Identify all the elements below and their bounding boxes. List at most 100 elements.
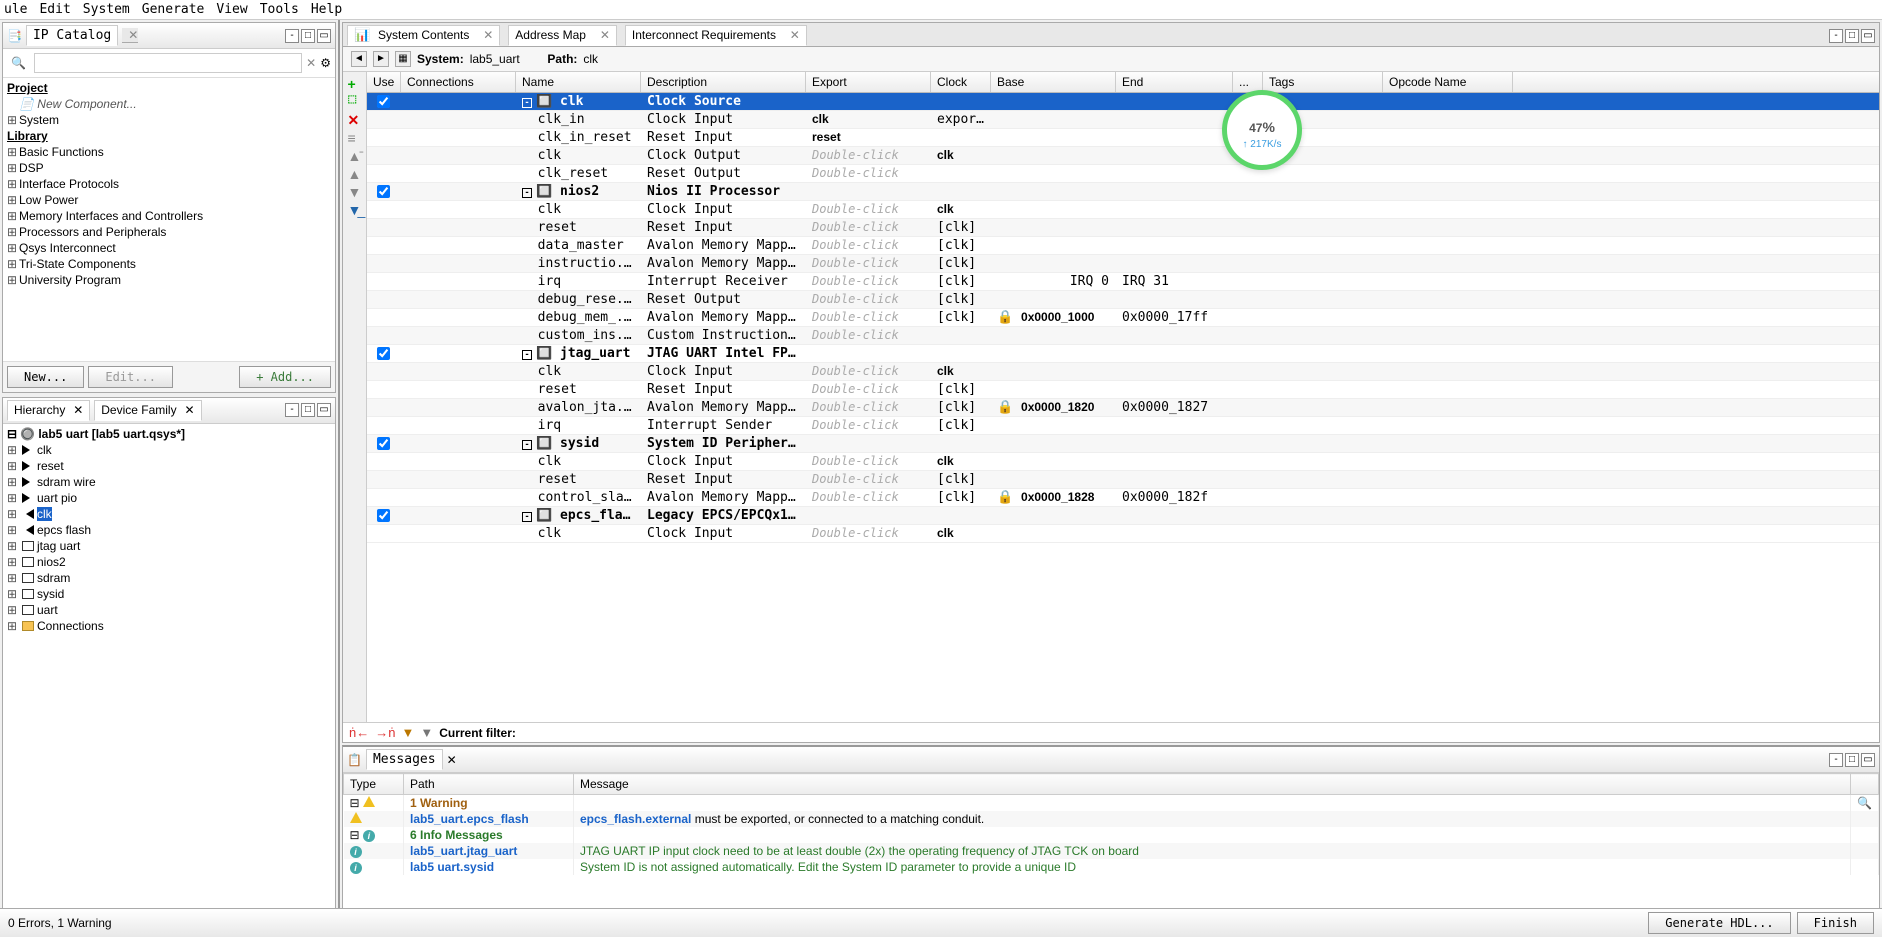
library-item[interactable]: ⊞Low Power bbox=[5, 192, 333, 208]
new-button[interactable]: New... bbox=[7, 366, 84, 388]
new-component-item[interactable]: 📄 New Component... bbox=[5, 96, 333, 112]
restore-icon[interactable]: ▭ bbox=[1861, 753, 1875, 767]
maximize-icon[interactable]: □ bbox=[1845, 753, 1859, 767]
restore-icon[interactable]: ▭ bbox=[1861, 29, 1875, 43]
hierarchy-item[interactable]: ⊞jtag uart bbox=[5, 538, 333, 554]
move-top-icon[interactable]: ▲̄ bbox=[348, 148, 362, 162]
table-row[interactable]: clk_resetReset OutputDouble-click bbox=[367, 165, 1879, 183]
system-item[interactable]: ⊞System bbox=[5, 112, 333, 128]
add-button[interactable]: + Add... bbox=[239, 366, 331, 388]
message-row[interactable]: ilab5_uart.jtag_uartJTAG UART IP input c… bbox=[344, 843, 1879, 859]
library-item[interactable]: ⊞Tri-State Components bbox=[5, 256, 333, 272]
hierarchy-item[interactable]: ⊞nios2 bbox=[5, 554, 333, 570]
close-icon[interactable]: ✕ bbox=[128, 28, 138, 42]
settings-icon[interactable]: ⚙ bbox=[320, 56, 331, 70]
table-row[interactable]: irqInterrupt SenderDouble-click[clk] bbox=[367, 417, 1879, 435]
table-row[interactable]: avalon_jta...Avalon Memory Mapp...Double… bbox=[367, 399, 1879, 417]
message-row[interactable]: ⊟ i6 Info Messages bbox=[344, 827, 1879, 843]
library-item[interactable]: ⊞Interface Protocols bbox=[5, 176, 333, 192]
table-row[interactable]: -🔲 clkClock Source bbox=[367, 93, 1879, 111]
hierarchy-item[interactable]: ⊞sysid bbox=[5, 586, 333, 602]
table-row[interactable]: clk_in_resetReset Inputreset bbox=[367, 129, 1879, 147]
hierarchy-item[interactable]: ⊞clk bbox=[5, 506, 333, 522]
library-item[interactable]: ⊞Memory Interfaces and Controllers bbox=[5, 208, 333, 224]
use-checkbox[interactable] bbox=[377, 185, 390, 198]
minimize-icon[interactable]: - bbox=[285, 403, 299, 417]
close-icon[interactable]: ✕ bbox=[483, 28, 493, 42]
tab-hierarchy[interactable]: Hierarchy ✕ bbox=[7, 400, 90, 421]
table-row[interactable]: resetReset InputDouble-click[clk] bbox=[367, 381, 1879, 399]
use-checkbox[interactable] bbox=[377, 437, 390, 450]
close-icon[interactable]: ✕ bbox=[447, 753, 457, 767]
minimize-icon[interactable]: - bbox=[1829, 29, 1843, 43]
maximize-icon[interactable]: □ bbox=[301, 29, 315, 43]
move-down-icon[interactable]: ▼ bbox=[348, 184, 362, 198]
close-icon[interactable]: ✕ bbox=[184, 403, 194, 417]
menu-item[interactable]: View bbox=[216, 2, 247, 17]
filter-funnel-icon[interactable]: ▼ bbox=[401, 725, 414, 740]
add-icon[interactable]: + bbox=[348, 76, 362, 90]
generate-hdl-button[interactable]: Generate HDL... bbox=[1648, 912, 1790, 934]
menu-item[interactable]: System bbox=[83, 2, 130, 17]
table-row[interactable]: -🔲 epcs_flashLegacy EPCS/EPCQx1... bbox=[367, 507, 1879, 525]
library-item[interactable]: ⊞University Program bbox=[5, 272, 333, 288]
table-row[interactable]: clkClock InputDouble-clickclk bbox=[367, 453, 1879, 471]
library-item[interactable]: ⊞Processors and Peripherals bbox=[5, 224, 333, 240]
delete-icon[interactable]: ✕ bbox=[348, 112, 362, 126]
clear-search-icon[interactable]: ✕ bbox=[306, 56, 316, 70]
table-row[interactable]: clkClock OutputDouble-clickclk bbox=[367, 147, 1879, 165]
table-row[interactable]: clkClock InputDouble-clickclk bbox=[367, 363, 1879, 381]
maximize-icon[interactable]: □ bbox=[1845, 29, 1859, 43]
table-row[interactable]: debug_mem_...Avalon Memory Mapp...Double… bbox=[367, 309, 1879, 327]
move-bottom-icon[interactable]: ▼̲ bbox=[348, 202, 362, 216]
hierarchy-item[interactable]: ⊞uart pio bbox=[5, 490, 333, 506]
search-input[interactable] bbox=[34, 53, 302, 73]
table-row[interactable]: control_slaveAvalon Memory Mapp...Double… bbox=[367, 489, 1879, 507]
use-checkbox[interactable] bbox=[377, 347, 390, 360]
close-icon[interactable]: ✕ bbox=[600, 28, 610, 42]
table-row[interactable]: resetReset InputDouble-click[clk] bbox=[367, 471, 1879, 489]
hierarchy-item[interactable]: ⊞sdram wire bbox=[5, 474, 333, 490]
menu-item[interactable]: Help bbox=[311, 2, 342, 17]
table-row[interactable]: debug_rese...Reset OutputDouble-click[cl… bbox=[367, 291, 1879, 309]
hierarchy-item[interactable]: ⊞Connections bbox=[5, 618, 333, 634]
close-icon[interactable]: ✕ bbox=[73, 403, 83, 417]
tab-device-family[interactable]: Device Family ✕ bbox=[94, 400, 201, 421]
minimize-icon[interactable]: - bbox=[1829, 753, 1843, 767]
menu-item[interactable]: Edit bbox=[39, 2, 70, 17]
maximize-icon[interactable]: □ bbox=[301, 403, 315, 417]
minimize-icon[interactable]: - bbox=[285, 29, 299, 43]
filter-icon[interactable]: ṅ← bbox=[349, 725, 369, 740]
menu-item[interactable]: Generate bbox=[142, 2, 205, 17]
filter-icon[interactable]: →ṅ bbox=[375, 725, 395, 740]
tab-interconnect[interactable]: Interconnect Requirements ✕ bbox=[625, 25, 807, 46]
table-row[interactable]: clkClock InputDouble-clickclk bbox=[367, 525, 1879, 543]
nav-fwd-icon[interactable]: ► bbox=[373, 51, 389, 67]
nav-up-icon[interactable]: ▦ bbox=[395, 51, 411, 67]
library-item[interactable]: ⊞Qsys Interconnect bbox=[5, 240, 333, 256]
library-item[interactable]: ⊞DSP bbox=[5, 160, 333, 176]
hierarchy-item[interactable]: ⊞epcs flash bbox=[5, 522, 333, 538]
help-icon[interactable]: 🔍 bbox=[1857, 796, 1872, 810]
hierarchy-item[interactable]: ⊞reset bbox=[5, 458, 333, 474]
add-multi-icon[interactable]: ⬚ bbox=[348, 94, 362, 108]
table-row[interactable]: custom_ins...Custom Instruction...Double… bbox=[367, 327, 1879, 345]
table-row[interactable]: irqInterrupt ReceiverDouble-click[clk]IR… bbox=[367, 273, 1879, 291]
hierarchy-item[interactable]: ⊞clk bbox=[5, 442, 333, 458]
hierarchy-item[interactable]: ⊞uart bbox=[5, 602, 333, 618]
library-item[interactable]: ⊞Basic Functions bbox=[5, 144, 333, 160]
table-row[interactable]: -🔲 nios2Nios II Processor bbox=[367, 183, 1879, 201]
finish-button[interactable]: Finish bbox=[1797, 912, 1874, 934]
collapse-icon[interactable]: ≡ bbox=[348, 130, 362, 144]
use-checkbox[interactable] bbox=[377, 95, 390, 108]
nav-back-icon[interactable]: ◄ bbox=[351, 51, 367, 67]
tab-system-contents[interactable]: 📊 System Contents ✕ bbox=[347, 25, 500, 46]
table-row[interactable]: clkClock InputDouble-clickclk bbox=[367, 201, 1879, 219]
table-row[interactable]: -🔲 jtag_uartJTAG UART Intel FP... bbox=[367, 345, 1879, 363]
close-icon[interactable]: ✕ bbox=[790, 28, 800, 42]
restore-icon[interactable]: ▭ bbox=[317, 29, 331, 43]
message-row[interactable]: ⊟ 1 Warning🔍 bbox=[344, 795, 1879, 812]
edit-button[interactable]: Edit... bbox=[88, 366, 173, 388]
menu-item[interactable]: ule bbox=[4, 2, 27, 17]
hierarchy-root[interactable]: ⊟ 🔘 lab5 uart [lab5 uart.qsys*] bbox=[5, 426, 333, 442]
